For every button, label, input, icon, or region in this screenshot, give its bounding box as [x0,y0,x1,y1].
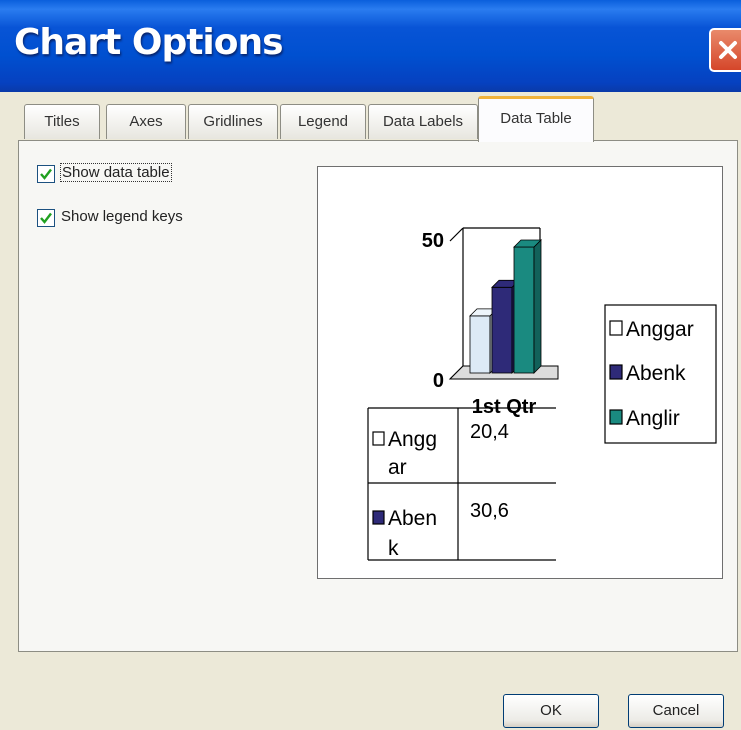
table-row-name-line1: Aben [388,507,437,530]
legend-label-abenk: Abenk [626,362,686,385]
table-key-abenk [372,510,385,525]
legend-label-anglir: Anglir [626,407,680,430]
checkmark-icon [40,212,52,224]
category-axis-label: 1st Qtr [472,396,537,418]
bar-side [533,239,542,374]
checkmark-icon [40,168,52,180]
legend-label-anggar: Anggar [626,318,694,341]
legend-key-anggar [609,320,623,336]
table-row-name-line1: Angg [388,428,437,451]
show-legend-keys-checkbox[interactable] [37,209,55,227]
dialog-title: Chart Options [14,22,284,63]
close-icon [719,41,737,59]
legend-key-anglir [609,409,623,425]
table-row-name-line2: ar [388,456,407,479]
tab-gridlines[interactable]: Gridlines [188,104,278,139]
table-row-name-line2: k [388,537,399,560]
bar-front [469,315,491,374]
legend-key-abenk [609,364,623,380]
show-data-table-checkbox[interactable] [37,165,55,183]
table-row-value: 20,4 [470,421,509,443]
tab-panel: Show data table Show legend keys 50 0 1s… [18,140,738,652]
y-axis-max-label: 50 [422,230,444,252]
chart-options-dialog: Chart Options Titles Axes Gridlines Lege… [0,0,741,730]
tab-legend[interactable]: Legend [280,104,366,139]
dialog-footer: OK Cancel [0,652,741,730]
title-bar[interactable]: Chart Options [0,0,741,92]
chart-preview-canvas: 50 0 1st Qtr Anggar Abenk Anglir Angg ar… [367,227,717,561]
bar-group [469,239,542,374]
tab-axes[interactable]: Axes [106,104,186,139]
close-button[interactable] [709,28,741,72]
tab-titles[interactable]: Titles [24,104,100,139]
show-legend-keys-label: Show legend keys [61,208,183,225]
chart-preview: 50 0 1st Qtr Anggar Abenk Anglir Angg ar… [317,166,723,579]
y-axis-tick-max [449,227,464,242]
tab-data-labels[interactable]: Data Labels [368,104,478,139]
bar-front [513,246,535,374]
cancel-button[interactable]: Cancel [628,694,724,728]
bar-front [491,286,513,374]
tab-strip: Titles Axes Gridlines Legend Data Labels… [24,96,734,142]
bar-anglir [513,239,542,374]
show-data-table-label: Show data table [60,163,172,182]
table-row-value: 30,6 [470,500,509,522]
ok-button[interactable]: OK [503,694,599,728]
tab-data-table[interactable]: Data Table [478,96,594,142]
y-axis-min-label: 0 [433,370,444,392]
table-key-anggar [372,431,385,446]
